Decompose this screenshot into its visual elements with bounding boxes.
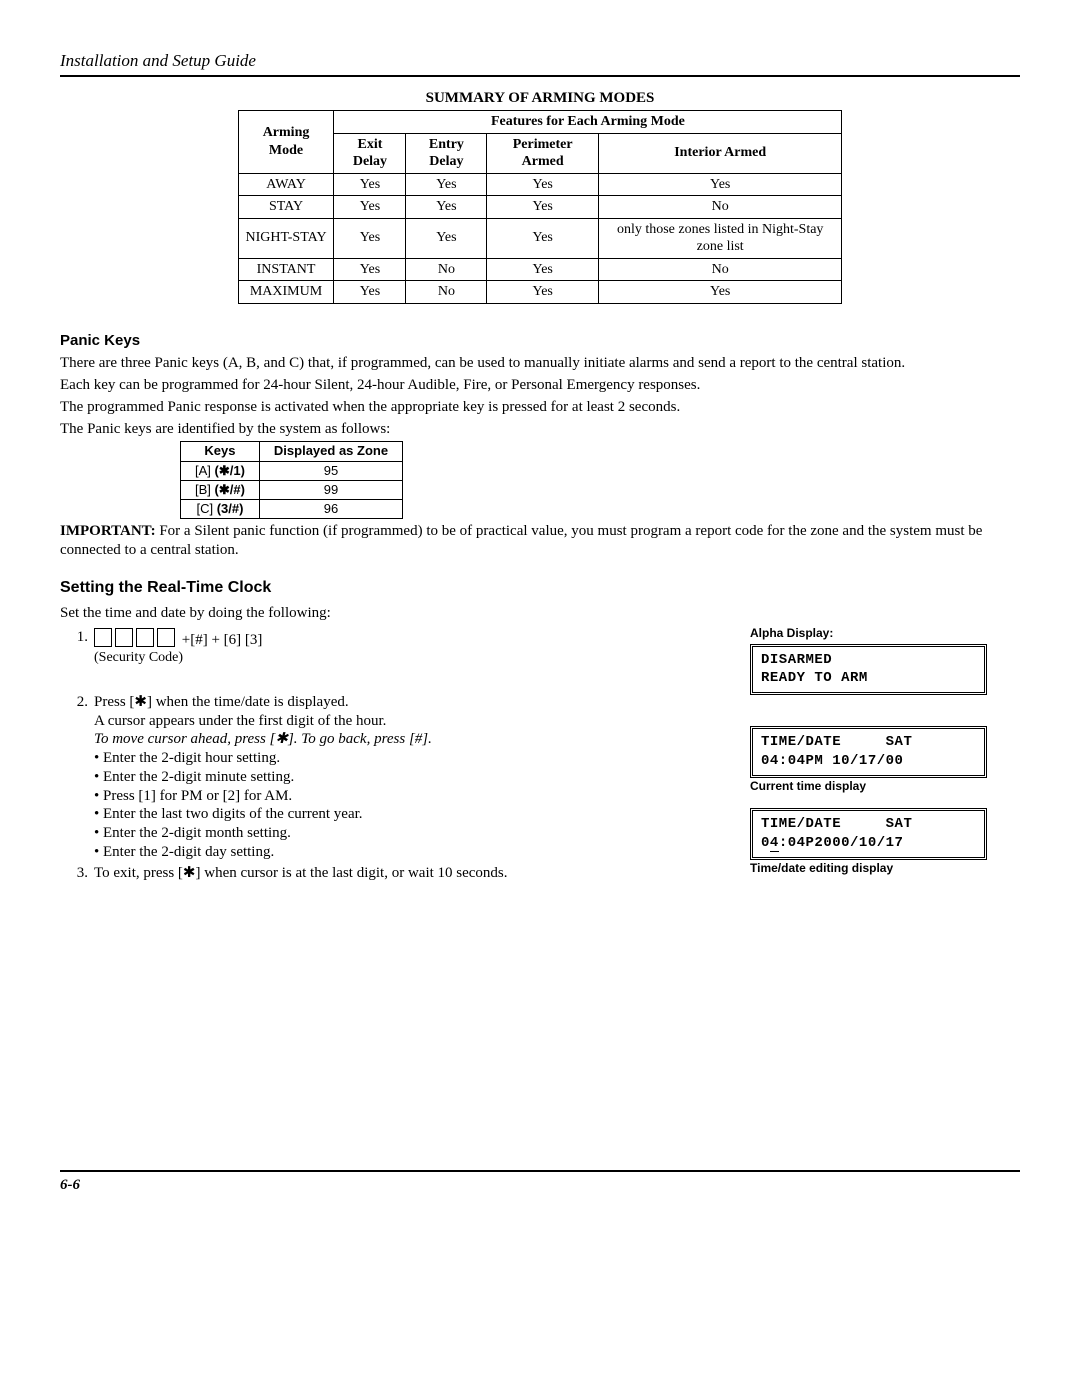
important-label: IMPORTANT: bbox=[60, 523, 156, 539]
step-2-bullets: Enter the 2-digit hour setting.Enter the… bbox=[94, 749, 710, 862]
value-cell: Yes bbox=[598, 281, 841, 304]
step-2-num: 2. bbox=[60, 693, 94, 712]
td-label: TIME/DATE bbox=[761, 816, 841, 832]
value-cell: Yes bbox=[406, 218, 487, 258]
zone-cell: 95 bbox=[259, 461, 402, 480]
value-cell: Yes bbox=[334, 218, 406, 258]
value-cell: Yes bbox=[334, 281, 406, 304]
list-item: Enter the 2-digit month setting. bbox=[94, 824, 710, 843]
value-cell: Yes bbox=[487, 196, 599, 219]
list-item: Enter the 2-digit hour setting. bbox=[94, 749, 710, 768]
display-column: Alpha Display: DISARMED READY TO ARM TIM… bbox=[750, 626, 1020, 890]
value-cell: Yes bbox=[487, 218, 599, 258]
zone-cell: 99 bbox=[259, 480, 402, 499]
code-digit-box bbox=[115, 628, 133, 647]
steps-column: 1. +[#] + [6] [3] (Security Code) 2. Pre… bbox=[60, 626, 710, 890]
mode-cell: AWAY bbox=[238, 173, 334, 196]
td-pre: 0 bbox=[761, 835, 770, 851]
page-header: Installation and Setup Guide bbox=[60, 50, 1020, 77]
td-value: 04:04PM 10/17/00 bbox=[761, 753, 903, 769]
code-digit-box bbox=[157, 628, 175, 647]
code-digit-box bbox=[136, 628, 154, 647]
mode-cell: STAY bbox=[238, 196, 334, 219]
col-features: Features for Each Arming Mode bbox=[334, 111, 842, 134]
td-day: SAT bbox=[886, 816, 913, 832]
table-row: MAXIMUMYesNoYesYes bbox=[238, 281, 842, 304]
col-exit-delay: Exit Delay bbox=[334, 133, 406, 173]
list-item: Enter the 2-digit day setting. bbox=[94, 843, 710, 862]
value-cell: Yes bbox=[334, 196, 406, 219]
current-time-caption: Current time display bbox=[750, 779, 1020, 794]
step-2-line-2: A cursor appears under the first digit o… bbox=[94, 712, 710, 731]
step-1-sub: (Security Code) bbox=[94, 649, 710, 667]
key-cell: [B] (✱/#) bbox=[181, 480, 260, 499]
page-number: 6-6 bbox=[60, 1177, 80, 1193]
key-cell: [A] (✱/1) bbox=[181, 461, 260, 480]
table-row: NIGHT-STAYYesYesYesonly those zones list… bbox=[238, 218, 842, 258]
panic-p2: Each key can be programmed for 24-hour S… bbox=[60, 376, 1020, 395]
mode-cell: MAXIMUM bbox=[238, 281, 334, 304]
table-row: INSTANTYesNoYesNo bbox=[238, 258, 842, 281]
editing-time-caption: Time/date editing display bbox=[750, 861, 1020, 876]
value-cell: Yes bbox=[487, 258, 599, 281]
arming-modes-table: Arming Mode Features for Each Arming Mod… bbox=[238, 110, 843, 304]
table-row: [B] (✱/#)99 bbox=[181, 480, 403, 499]
table-row: [C] (3/#)96 bbox=[181, 500, 403, 519]
value-cell: Yes bbox=[487, 281, 599, 304]
value-cell: Yes bbox=[598, 173, 841, 196]
value-cell: No bbox=[406, 281, 487, 304]
rtc-heading: Setting the Real-Time Clock bbox=[60, 578, 1020, 598]
table-row: [A] (✱/1)95 bbox=[181, 461, 403, 480]
mode-cell: NIGHT-STAY bbox=[238, 218, 334, 258]
rtc-intro: Set the time and date by doing the follo… bbox=[60, 604, 1020, 623]
zone-cell: 96 bbox=[259, 500, 402, 519]
alpha-display-label: Alpha Display: bbox=[750, 626, 1020, 641]
mode-cell: INSTANT bbox=[238, 258, 334, 281]
list-item: Press [1] for PM or [2] for AM. bbox=[94, 787, 710, 806]
td-post: :04P2000/10/17 bbox=[779, 835, 904, 851]
col-arming-mode: Arming Mode bbox=[238, 111, 334, 174]
summary-title: SUMMARY OF ARMING MODES bbox=[60, 89, 1020, 108]
value-cell: No bbox=[406, 258, 487, 281]
cursor-digit: 4 bbox=[770, 835, 779, 852]
value-cell: No bbox=[598, 258, 841, 281]
step-2-line-1: Press [✱] when the time/date is displaye… bbox=[94, 693, 710, 712]
step-1-tail: +[#] + [6] [3] bbox=[178, 632, 262, 648]
value-cell: No bbox=[598, 196, 841, 219]
value-cell: Yes bbox=[406, 196, 487, 219]
current-time-box: TIME/DATE SAT 04:04PM 10/17/00 bbox=[750, 726, 987, 778]
table-row: STAYYesYesYesNo bbox=[238, 196, 842, 219]
editing-time-box: TIME/DATE SAT 04:04P2000/10/17 bbox=[750, 808, 987, 860]
list-item: Enter the 2-digit minute setting. bbox=[94, 768, 710, 787]
value-cell: Yes bbox=[487, 173, 599, 196]
footer: 6-6 bbox=[60, 1170, 1020, 1195]
value-cell: Yes bbox=[334, 173, 406, 196]
list-item: Enter the last two digits of the current… bbox=[94, 805, 710, 824]
important-text: For a Silent panic function (if programm… bbox=[60, 523, 982, 558]
col-perimeter: Perimeter Armed bbox=[487, 133, 599, 173]
panic-p3: The programmed Panic response is activat… bbox=[60, 398, 1020, 417]
value-cell: Yes bbox=[334, 258, 406, 281]
panic-keys-table: Keys Displayed as Zone [A] (✱/1)95[B] (✱… bbox=[180, 441, 403, 519]
panic-p4: The Panic keys are identified by the sys… bbox=[60, 420, 1020, 439]
zone-header: Displayed as Zone bbox=[259, 442, 402, 461]
code-digit-box bbox=[94, 628, 112, 647]
td-label: TIME/DATE bbox=[761, 734, 841, 750]
panic-p1: There are three Panic keys (A, B, and C)… bbox=[60, 354, 1020, 373]
important-note: IMPORTANT: For a Silent panic function (… bbox=[60, 522, 1020, 560]
panic-heading: Panic Keys bbox=[60, 332, 1020, 351]
step-3-text: To exit, press [✱] when cursor is at the… bbox=[94, 864, 710, 883]
value-cell: only those zones listed in Night-Stay zo… bbox=[598, 218, 841, 258]
step-3-num: 3. bbox=[60, 864, 94, 883]
key-cell: [C] (3/#) bbox=[181, 500, 260, 519]
step-2-line-3: To move cursor ahead, press [✱]. To go b… bbox=[94, 730, 710, 749]
table-row: AWAYYesYesYesYes bbox=[238, 173, 842, 196]
value-cell: Yes bbox=[406, 173, 487, 196]
td-day: SAT bbox=[886, 734, 913, 750]
alpha-display-box: DISARMED READY TO ARM bbox=[750, 644, 987, 696]
col-interior: Interior Armed bbox=[598, 133, 841, 173]
col-entry-delay: Entry Delay bbox=[406, 133, 487, 173]
step-1-num: 1. bbox=[60, 628, 94, 647]
keys-header: Keys bbox=[181, 442, 260, 461]
